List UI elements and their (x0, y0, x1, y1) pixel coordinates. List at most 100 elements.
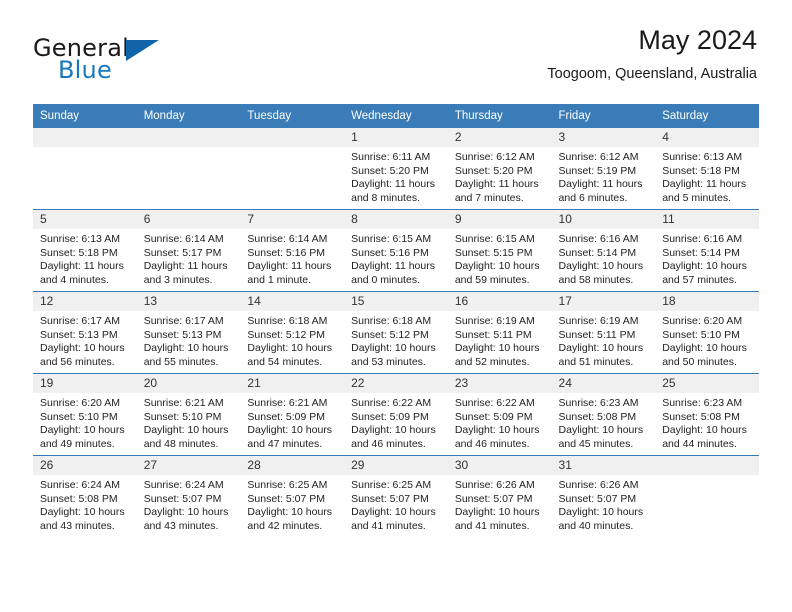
calendar-day-cell[interactable]: 20 Sunrise: 6:21 AM Sunset: 5:10 PM Dayligh… (136, 373, 241, 456)
calendar-day-cell[interactable]: 4 Sunrise: 6:13 AM Sunset: 5:18 PM Daylight… (655, 128, 759, 210)
day-details: Sunrise: 6:19 AM Sunset: 5:11 PM Daylight:… (552, 311, 656, 369)
day-number: 8 (344, 210, 448, 229)
daylight-text-line2: and 46 minutes. (454, 437, 530, 450)
weekday-header-monday: Monday (136, 104, 241, 128)
sunrise-text: Sunrise: 6:24 AM (40, 479, 120, 491)
daylight-text-line1: Daylight: 10 hours (662, 342, 747, 355)
sunrise-text: Sunrise: 6:19 AM (558, 315, 639, 327)
daylight-text-line1: Daylight: 10 hours (351, 424, 436, 437)
daylight-text-line1: Daylight: 11 hours (40, 260, 124, 273)
calendar-day-cell[interactable]: 24 Sunrise: 6:23 AM Sunset: 5:08 PM Dayligh… (551, 373, 656, 456)
sunset-text: Sunset: 5:10 PM (662, 328, 740, 341)
sunrise-text: Sunrise: 6:14 AM (143, 233, 224, 245)
sunrise-text: Sunrise: 6:18 AM (351, 315, 432, 327)
weekday-header-thursday: Thursday (447, 104, 552, 128)
sunset-text: Sunset: 5:13 PM (40, 328, 118, 341)
calendar-day-cell[interactable]: 5 Sunrise: 6:13 AM Sunset: 5:18 PM Daylight… (33, 209, 137, 292)
calendar-day-cell[interactable]: 13 Sunrise: 6:17 AM Sunset: 5:13 PM Dayligh… (136, 291, 241, 374)
day-number: 18 (655, 292, 759, 311)
page-header: General Blue May 2024 Toogoom, Queenslan… (33, 24, 757, 96)
daylight-text-line2: and 43 minutes. (40, 519, 115, 532)
sunrise-text: Sunrise: 6:13 AM (40, 233, 120, 245)
day-details: Sunrise: 6:22 AM Sunset: 5:09 PM Daylight:… (448, 393, 552, 451)
calendar-day-cell[interactable]: 30 Sunrise: 6:26 AM Sunset: 5:07 PM Dayligh… (447, 455, 552, 537)
calendar-day-cell[interactable]: 25 Sunrise: 6:23 AM Sunset: 5:08 PM Dayligh… (655, 373, 759, 456)
sunrise-text: Sunrise: 6:14 AM (247, 233, 328, 245)
calendar-day-cell[interactable]: 17 Sunrise: 6:19 AM Sunset: 5:11 PM Dayligh… (551, 291, 656, 374)
day-number: 17 (551, 292, 656, 311)
sunrise-text: Sunrise: 6:19 AM (454, 315, 535, 327)
calendar-day-cell[interactable]: 31 Sunrise: 6:26 AM Sunset: 5:07 PM Dayligh… (551, 455, 656, 537)
sunset-text: Sunset: 5:11 PM (454, 328, 532, 341)
calendar-day-cell[interactable]: 18 Sunrise: 6:20 AM Sunset: 5:10 PM Dayligh… (655, 291, 759, 374)
calendar-week-row: 19 Sunrise: 6:20 AM Sunset: 5:10 PM Dayligh… (33, 373, 759, 456)
calendar-day-cell[interactable]: 16 Sunrise: 6:19 AM Sunset: 5:11 PM Dayligh… (447, 291, 552, 374)
weekday-header-tuesday: Tuesday (240, 104, 345, 128)
calendar-day-cell[interactable]: 27 Sunrise: 6:24 AM Sunset: 5:07 PM Dayligh… (136, 455, 241, 537)
sunrise-text: Sunrise: 6:17 AM (143, 315, 224, 327)
day-details: Sunrise: 6:18 AM Sunset: 5:12 PM Daylight:… (240, 311, 344, 369)
sunrise-sunset-calendar: Sunday Monday Tuesday Wednesday Thursday… (33, 104, 759, 537)
daylight-text-line2: and 59 minutes. (454, 273, 530, 286)
calendar-day-cell[interactable]: 6 Sunrise: 6:14 AM Sunset: 5:17 PM Daylight… (136, 209, 241, 292)
day-details: Sunrise: 6:11 AM Sunset: 5:20 PM Daylight:… (344, 147, 448, 205)
calendar-week-row: 5 Sunrise: 6:13 AM Sunset: 5:18 PM Daylight… (33, 209, 759, 292)
calendar-day-cell[interactable]: 3 Sunrise: 6:12 AM Sunset: 5:19 PM Daylight… (551, 128, 656, 210)
sunset-text: Sunset: 5:08 PM (662, 410, 740, 423)
weekday-header-wednesday: Wednesday (344, 104, 448, 128)
daylight-text-line1: Daylight: 10 hours (143, 342, 229, 355)
daylight-text-line2: and 56 minutes. (40, 355, 115, 368)
calendar-day-cell[interactable]: 22 Sunrise: 6:22 AM Sunset: 5:09 PM Dayligh… (344, 373, 448, 456)
day-details: Sunrise: 6:13 AM Sunset: 5:18 PM Daylight:… (33, 229, 137, 287)
day-number: 11 (655, 210, 759, 229)
general-blue-logo[interactable]: General Blue (33, 34, 163, 86)
calendar-day-cell[interactable]: 7 Sunrise: 6:14 AM Sunset: 5:16 PM Daylight… (240, 209, 345, 292)
day-details: Sunrise: 6:12 AM Sunset: 5:20 PM Daylight:… (448, 147, 552, 205)
day-number: 16 (447, 292, 552, 311)
sunrise-text: Sunrise: 6:12 AM (558, 151, 639, 163)
calendar-day-cell[interactable]: 23 Sunrise: 6:22 AM Sunset: 5:09 PM Dayligh… (447, 373, 552, 456)
daylight-text-line1: Daylight: 10 hours (454, 424, 540, 437)
day-number: 9 (447, 210, 552, 229)
day-details: Sunrise: 6:26 AM Sunset: 5:07 PM Daylight:… (552, 475, 656, 533)
calendar-day-cell[interactable]: 8 Sunrise: 6:15 AM Sunset: 5:16 PM Daylight… (344, 209, 448, 292)
calendar-day-cell[interactable]: 29 Sunrise: 6:25 AM Sunset: 5:07 PM Dayligh… (344, 455, 448, 537)
calendar-day-cell[interactable]: 1 Sunrise: 6:11 AM Sunset: 5:20 PM Daylight… (344, 128, 448, 210)
calendar-day-cell[interactable]: 2 Sunrise: 6:12 AM Sunset: 5:20 PM Daylight… (447, 128, 552, 210)
daylight-text-line2: and 51 minutes. (558, 355, 634, 368)
calendar-day-cell[interactable]: 9 Sunrise: 6:15 AM Sunset: 5:15 PM Daylight… (447, 209, 552, 292)
daylight-text-line2: and 4 minutes. (40, 273, 109, 286)
daylight-text-line1: Daylight: 11 hours (143, 260, 228, 273)
sunset-text: Sunset: 5:14 PM (558, 246, 637, 259)
daylight-text-line1: Daylight: 10 hours (662, 260, 747, 273)
daylight-text-line2: and 50 minutes. (662, 355, 737, 368)
calendar-day-cell[interactable]: 26 Sunrise: 6:24 AM Sunset: 5:08 PM Dayligh… (33, 455, 137, 537)
calendar-day-cell[interactable]: 21 Sunrise: 6:21 AM Sunset: 5:09 PM Dayligh… (240, 373, 345, 456)
sunset-text: Sunset: 5:16 PM (351, 246, 429, 259)
sunrise-text: Sunrise: 6:12 AM (454, 151, 535, 163)
daylight-text-line1: Daylight: 10 hours (247, 424, 333, 437)
sunset-text: Sunset: 5:10 PM (40, 410, 118, 423)
daylight-text-line1: Daylight: 10 hours (351, 342, 436, 355)
calendar-day-cell[interactable]: 15 Sunrise: 6:18 AM Sunset: 5:12 PM Dayligh… (344, 291, 448, 374)
day-details: Sunrise: 6:21 AM Sunset: 5:09 PM Daylight:… (240, 393, 344, 451)
day-number: 23 (447, 374, 552, 393)
calendar-week-row: 1 Sunrise: 6:11 AM Sunset: 5:20 PM Daylight… (33, 128, 759, 210)
calendar-day-cell[interactable]: 14 Sunrise: 6:18 AM Sunset: 5:12 PM Dayligh… (240, 291, 345, 374)
sunset-text: Sunset: 5:20 PM (454, 164, 533, 177)
calendar-day-cell[interactable]: 19 Sunrise: 6:20 AM Sunset: 5:10 PM Dayligh… (33, 373, 137, 456)
daylight-text-line2: and 40 minutes. (558, 519, 634, 532)
calendar-day-cell[interactable]: 11 Sunrise: 6:16 AM Sunset: 5:14 PM Dayligh… (655, 209, 759, 292)
day-number: 27 (136, 456, 241, 475)
daylight-text-line2: and 6 minutes. (558, 191, 628, 204)
sunset-text: Sunset: 5:09 PM (351, 410, 429, 423)
day-details: Sunrise: 6:25 AM Sunset: 5:07 PM Daylight:… (344, 475, 448, 533)
calendar-day-cell[interactable]: 12 Sunrise: 6:17 AM Sunset: 5:13 PM Dayligh… (33, 291, 137, 374)
day-details: Sunrise: 6:24 AM Sunset: 5:08 PM Daylight:… (33, 475, 137, 533)
calendar-day-cell[interactable]: 10 Sunrise: 6:16 AM Sunset: 5:14 PM Dayligh… (551, 209, 656, 292)
daylight-text-line1: Daylight: 10 hours (558, 506, 644, 519)
day-number (33, 128, 137, 147)
day-number: 25 (655, 374, 759, 393)
calendar-day-cell[interactable]: 28 Sunrise: 6:25 AM Sunset: 5:07 PM Dayligh… (240, 455, 345, 537)
calendar-week-row: 12 Sunrise: 6:17 AM Sunset: 5:13 PM Dayligh… (33, 291, 759, 374)
